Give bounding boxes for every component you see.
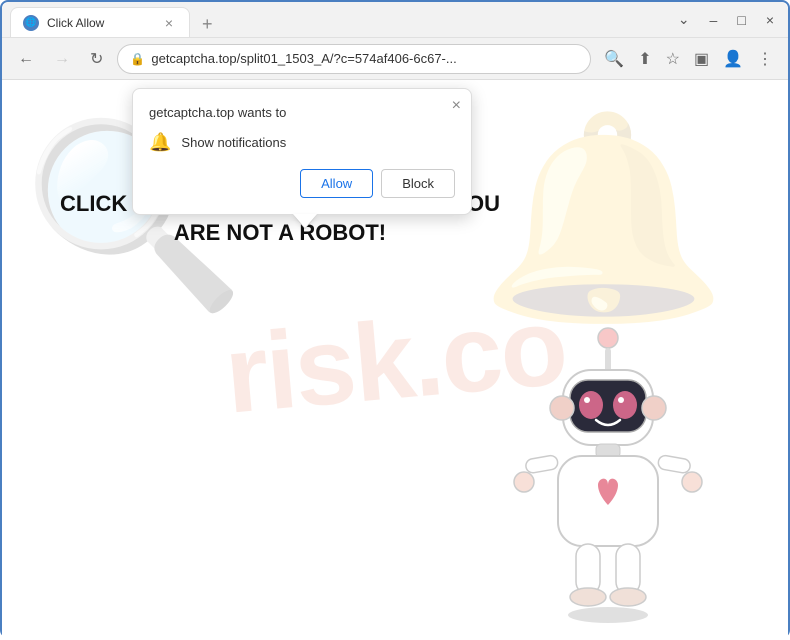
share-icon[interactable]: ⬆: [633, 45, 656, 73]
popup-site-text: getcaptcha.top wants to: [149, 105, 455, 120]
tab-title: Click Allow: [47, 16, 153, 30]
profile-icon[interactable]: 👤: [718, 45, 748, 73]
popup-notification-row: 🔔 Show notifications: [149, 132, 455, 153]
block-button[interactable]: Block: [381, 169, 455, 198]
popup-close-button[interactable]: ×: [452, 97, 461, 115]
window-menu-button[interactable]: ⌄: [672, 9, 696, 30]
notification-popup: × getcaptcha.top wants to 🔔 Show notific…: [132, 88, 472, 215]
wm-bell-icon: 🔔: [479, 100, 728, 335]
browser-tab[interactable]: 🌐 Click Allow ×: [10, 7, 190, 37]
menu-icon[interactable]: ⋮: [752, 45, 778, 73]
bookmark-icon[interactable]: ☆: [661, 45, 685, 73]
tablet-mode-icon[interactable]: ▣: [689, 45, 714, 73]
back-button[interactable]: ←: [12, 46, 40, 72]
window-controls: ⌄ – □ ×: [672, 9, 780, 30]
robot-illustration: [488, 320, 728, 620]
popup-buttons: Allow Block: [149, 169, 455, 198]
nav-icons: 🔍 ⬆ ☆ ▣ 👤 ⋮: [599, 45, 778, 73]
lock-icon: 🔒: [130, 52, 145, 66]
maximize-button[interactable]: □: [731, 10, 751, 30]
popup-notification-text: Show notifications: [181, 135, 286, 150]
popup-tail: [293, 214, 317, 228]
popup-bell-icon: 🔔: [149, 132, 171, 153]
close-window-button[interactable]: ×: [760, 10, 780, 30]
forward-button: →: [48, 46, 76, 72]
title-bar: 🌐 Click Allow × + ⌄ – □ ×: [2, 2, 788, 38]
tab-area: 🌐 Click Allow × +: [10, 2, 672, 37]
minimize-button[interactable]: –: [704, 10, 724, 30]
address-bar[interactable]: 🔒 getcaptcha.top/split01_1503_A/?c=574af…: [117, 44, 591, 74]
url-text: getcaptcha.top/split01_1503_A/?c=574af40…: [151, 51, 578, 66]
new-tab-button[interactable]: +: [196, 12, 219, 37]
reload-button[interactable]: ↻: [84, 45, 109, 73]
tab-close-button[interactable]: ×: [161, 13, 177, 33]
page-content: 🔍 risk.co 🔔 × getcaptcha.top wants to 🔔 …: [2, 80, 788, 640]
search-icon[interactable]: 🔍: [599, 45, 629, 73]
tab-favicon: 🌐: [23, 15, 39, 31]
nav-bar: ← → ↻ 🔒 getcaptcha.top/split01_1503_A/?c…: [2, 38, 788, 80]
allow-button[interactable]: Allow: [300, 169, 373, 198]
